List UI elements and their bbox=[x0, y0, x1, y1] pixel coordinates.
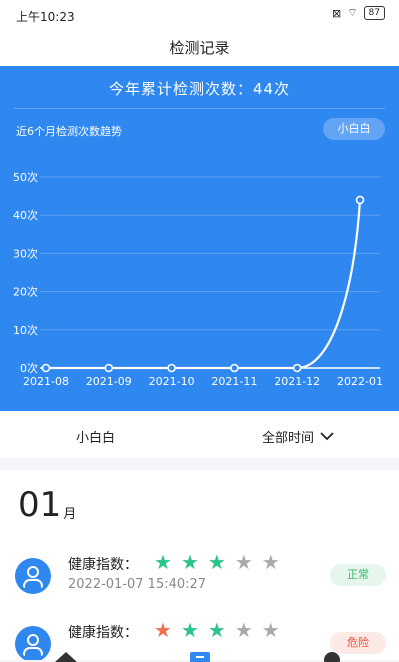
rating-stars: ★★★★★ bbox=[154, 550, 289, 574]
filter-user[interactable]: 小白白 bbox=[76, 427, 115, 446]
x-tick-label: 2021-09 bbox=[86, 375, 132, 388]
bottom-tab-bar bbox=[0, 648, 399, 662]
star-icon: ★ bbox=[234, 618, 262, 642]
y-tick-label: 30次 bbox=[13, 246, 38, 260]
x-tick-label: 2021-08 bbox=[23, 375, 69, 388]
month-header: 01 月 bbox=[18, 486, 76, 524]
star-icon: ★ bbox=[261, 618, 289, 642]
trend-chart: 0次 10次 20次 30次 40次 50次 2021-08 2021-09 2021-10 20… bbox=[13, 170, 383, 388]
chevron-down-icon bbox=[320, 432, 334, 441]
x-tick-label: 2021-12 bbox=[274, 375, 320, 388]
y-tick-label: 10次 bbox=[13, 323, 38, 337]
status-badge: 正常 bbox=[330, 564, 386, 586]
chart-panel: 今年累计检测次数：44次 近6个月检测次数趋势 小白白 0次 10次 20次 30次 4… bbox=[0, 66, 399, 411]
y-tick-label: 20次 bbox=[13, 285, 38, 299]
filter-range-label: 全部时间 bbox=[262, 431, 315, 446]
star-icon: ★ bbox=[261, 550, 289, 574]
status-bar: 上午10:23 ⊠ ⌔ 87 bbox=[0, 0, 399, 30]
home-tab-icon[interactable] bbox=[55, 650, 77, 662]
star-icon: ★ bbox=[154, 550, 181, 574]
data-point bbox=[41, 363, 51, 373]
filter-bar: 小白白 全部时间 bbox=[0, 411, 399, 458]
sim-off-icon: ⊠ bbox=[331, 6, 342, 20]
records-tab-icon[interactable] bbox=[190, 650, 212, 662]
record-row[interactable]: 健康指数： ★★★★★ 2022-01-07 15:40:27 正常 bbox=[0, 550, 399, 610]
x-tick-label: 2022-01 bbox=[337, 375, 383, 388]
star-icon: ★ bbox=[234, 550, 262, 574]
user-avatar-icon bbox=[15, 558, 51, 594]
page-title: 检测记录 bbox=[0, 30, 399, 66]
star-icon: ★ bbox=[207, 618, 235, 642]
filter-range-dropdown[interactable]: 全部时间 bbox=[262, 427, 334, 446]
y-tick-label: 40次 bbox=[13, 208, 38, 222]
star-icon: ★ bbox=[154, 618, 181, 642]
x-tick-label: 2021-10 bbox=[149, 375, 195, 388]
health-index-label: 健康指数： bbox=[68, 625, 138, 641]
series-line bbox=[46, 199, 362, 370]
rating-stars: ★★★★★ bbox=[154, 618, 289, 642]
data-point bbox=[292, 363, 302, 373]
profile-tab-icon[interactable] bbox=[322, 650, 344, 662]
wifi-icon: ⌔ bbox=[347, 6, 358, 19]
y-tick-label: 0次 bbox=[20, 361, 38, 375]
battery-icon: 87 bbox=[363, 6, 385, 20]
data-point bbox=[167, 363, 176, 373]
star-icon: ★ bbox=[207, 550, 235, 574]
star-icon: ★ bbox=[180, 550, 208, 574]
status-time: 上午10:23 bbox=[16, 10, 75, 24]
month-number: 01 bbox=[18, 485, 62, 525]
health-index-label: 健康指数： bbox=[68, 557, 138, 573]
record-list: 01 月 健康指数： ★★★★★ 2022-01-07 15:40:27 正常 … bbox=[0, 470, 399, 660]
data-point bbox=[104, 363, 114, 373]
star-icon: ★ bbox=[180, 618, 208, 642]
x-tick-label: 2021-11 bbox=[211, 375, 257, 388]
record-date: 2022-01-07 15:40:27 bbox=[68, 577, 207, 592]
data-point bbox=[230, 363, 239, 373]
data-point bbox=[355, 195, 365, 205]
y-tick-label: 50次 bbox=[13, 170, 38, 184]
status-icons: ⊠ ⌔ 87 bbox=[332, 6, 385, 20]
month-unit: 月 bbox=[63, 507, 77, 522]
